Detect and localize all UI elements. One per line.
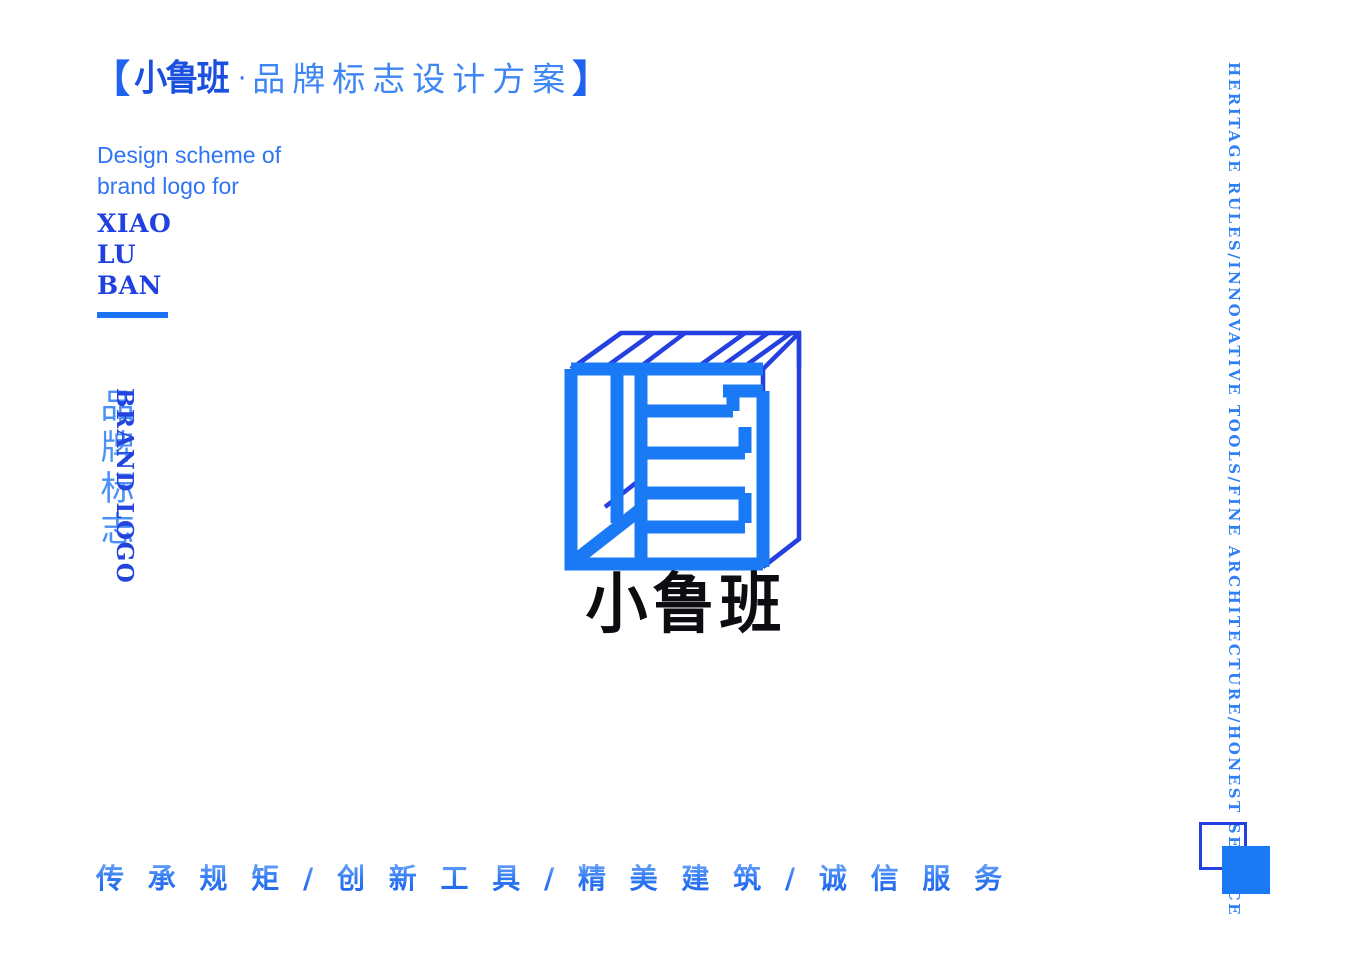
vertical-brand-label-en: BRAND LOGO xyxy=(111,388,138,585)
poster-canvas: 【小鲁班 · 品牌标志设计方案】 Design scheme of brand lo… xyxy=(0,0,1366,966)
pinyin-line-1: XIAO xyxy=(97,209,172,238)
footer-tagline: 传 承 规 矩 / 创 新 工 具 / 精 美 建 筑 / 诚 信 服 务 xyxy=(96,857,1009,897)
title-brand-name: 小鲁班 xyxy=(134,58,230,99)
intro-english-text: Design scheme of brand logo for xyxy=(97,140,281,202)
right-rail-slogan: HERITAGE RULES/INNOVATIVE TOOLS/FINE ARC… xyxy=(1225,62,1243,918)
divider-rule xyxy=(97,312,168,318)
pinyin-line-3: BAN xyxy=(97,271,162,300)
bracket-close: 】 xyxy=(572,57,611,101)
cube-logo-svg xyxy=(564,330,802,571)
intro-line-2: brand logo for xyxy=(97,173,239,199)
intro-line-1: Design scheme of xyxy=(97,142,282,168)
vertical-brand-block: 品牌标志 BRAND LOGO xyxy=(94,388,184,584)
title-subtitle: 品牌标志设计方案 xyxy=(252,59,573,99)
logo-wordmark: 小鲁班 xyxy=(585,565,787,643)
intro-pinyin-block: XIAO LU BAN xyxy=(97,208,171,301)
decor-filled-square xyxy=(1222,846,1270,894)
cube-front-face xyxy=(564,362,770,571)
pinyin-line-2: LU xyxy=(97,240,137,269)
page-title: 【小鲁班 · 品牌标志设计方案】 xyxy=(92,60,610,98)
bracket-open: 【 xyxy=(92,57,131,101)
title-separator-dot: · xyxy=(238,64,247,94)
xiaoluban-cube-logo-icon xyxy=(563,327,807,571)
